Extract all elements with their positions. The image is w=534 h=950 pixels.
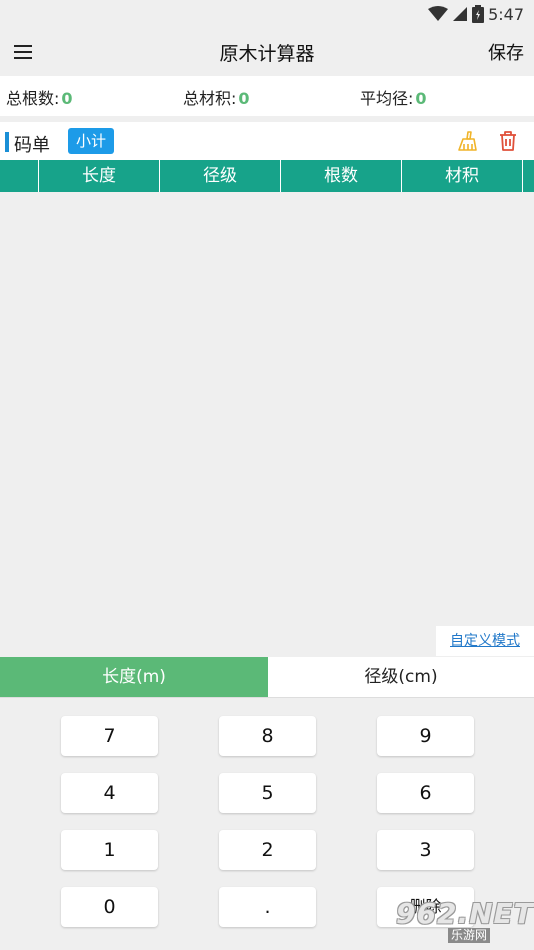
- subtotal-button[interactable]: 小计: [68, 128, 114, 154]
- custom-mode-link[interactable]: 自定义模式: [436, 626, 534, 656]
- page-title: 原木计算器: [219, 43, 315, 65]
- summary-bar: 总根数: 0 总材积: 0 平均径: 0: [0, 76, 534, 116]
- table-body[interactable]: [0, 192, 534, 624]
- key-7[interactable]: 7: [61, 716, 158, 756]
- key-6[interactable]: 6: [377, 773, 474, 813]
- key-9[interactable]: 9: [377, 716, 474, 756]
- key-decimal[interactable]: .: [219, 887, 316, 927]
- key-3[interactable]: 3: [377, 830, 474, 870]
- status-icons: 5:47: [428, 3, 524, 25]
- column-header-index: [0, 160, 39, 192]
- wifi-icon: [428, 6, 449, 22]
- tab-length[interactable]: 长度(m): [0, 657, 268, 697]
- app-bar: 原木计算器 保存: [0, 28, 534, 76]
- key-2[interactable]: 2: [219, 830, 316, 870]
- watermark-text: 962.NET: [396, 897, 534, 930]
- mode-tabs: 长度(m) 径级(cm): [0, 657, 534, 697]
- battery-icon: [472, 5, 485, 23]
- column-header-count: 根数: [281, 160, 402, 192]
- key-0[interactable]: 0: [61, 887, 158, 927]
- key-5[interactable]: 5: [219, 773, 316, 813]
- avg-diameter-value: 0: [415, 89, 427, 108]
- column-header-volume: 材积: [402, 160, 523, 192]
- broom-icon[interactable]: [456, 130, 478, 152]
- signal-icon: [452, 6, 468, 22]
- total-count-value: 0: [61, 89, 73, 108]
- list-title: 码单: [14, 135, 50, 156]
- accent-bar: [5, 132, 9, 152]
- tab-diameter[interactable]: 径级(cm): [268, 657, 534, 697]
- total-volume-summary: 总材积: 0: [183, 85, 250, 109]
- table-header: 长度 径级 根数 材积: [0, 160, 534, 192]
- total-volume-value: 0: [238, 89, 250, 108]
- watermark-logo: 962.NET 乐游网: [396, 897, 533, 945]
- total-volume-label: 总材积:: [183, 89, 237, 108]
- key-1[interactable]: 1: [61, 830, 158, 870]
- list-header: 码单 小计: [0, 122, 534, 160]
- status-bar: 5:47: [0, 0, 534, 28]
- trash-icon[interactable]: [497, 130, 519, 152]
- total-count-summary: 总根数: 0: [6, 85, 73, 109]
- avg-diameter-summary: 平均径: 0: [360, 85, 427, 109]
- avg-diameter-label: 平均径:: [360, 89, 414, 108]
- save-button[interactable]: 保存: [488, 39, 524, 65]
- column-header-diameter: 径级: [160, 160, 281, 192]
- total-count-label: 总根数:: [6, 89, 60, 108]
- column-header-length: 长度: [39, 160, 160, 192]
- key-4[interactable]: 4: [61, 773, 158, 813]
- status-time: 5:47: [488, 4, 524, 24]
- key-8[interactable]: 8: [219, 716, 316, 756]
- watermark-subtext: 乐游网: [448, 928, 491, 943]
